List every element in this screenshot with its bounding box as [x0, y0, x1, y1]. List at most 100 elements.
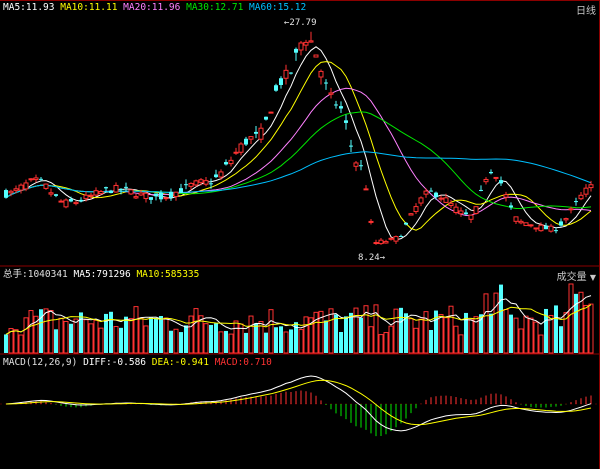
- candle-body: [359, 165, 363, 167]
- candle-body: [173, 191, 179, 198]
- candle-body: [133, 196, 139, 199]
- volume-bar: [583, 304, 589, 354]
- ma10-value: MA10:11.11: [60, 2, 118, 13]
- candle-body: [18, 184, 24, 191]
- volume-bar: [588, 303, 594, 354]
- kline-chart-window[interactable]: MA5:11.93 MA10:11.11 MA20:11.96 MA30:12.…: [0, 0, 600, 469]
- candle-body: [203, 180, 209, 185]
- candle-body: [218, 171, 224, 178]
- candle-body: [13, 188, 19, 191]
- volume-bar: [133, 306, 139, 354]
- candle-body: [88, 194, 94, 197]
- candle-body: [479, 189, 483, 191]
- volume-bar: [289, 329, 293, 353]
- candle-body: [294, 48, 298, 53]
- candle-body: [429, 190, 433, 192]
- candle-body: [448, 202, 454, 206]
- candle-body: [334, 104, 338, 106]
- candle-body: [283, 69, 289, 79]
- volume-bar: [163, 317, 169, 354]
- candle-body: [43, 183, 49, 189]
- volume-bar: [303, 316, 309, 354]
- candle-body: [163, 197, 169, 200]
- low-price-value: 8.24: [358, 253, 380, 263]
- candle-body: [119, 188, 123, 191]
- candle-body: [559, 221, 563, 226]
- candle-body: [523, 222, 529, 227]
- candle-body: [233, 151, 239, 154]
- indicator-select-button[interactable]: 成交量 ▼: [557, 268, 596, 283]
- volume-bar: [458, 334, 464, 354]
- candle-body: [324, 82, 328, 84]
- candle-body: [308, 40, 314, 43]
- candle-body: [418, 197, 424, 204]
- volume-bar: [69, 323, 73, 353]
- candle-body: [383, 241, 389, 244]
- volume-total: 总手:1040341: [3, 269, 68, 280]
- ma20-value: MA20:11.96: [123, 2, 181, 13]
- candle-body: [578, 194, 584, 200]
- candle-body: [423, 190, 429, 195]
- volume-bar: [209, 324, 213, 353]
- candle-body: [39, 178, 43, 180]
- candle-body: [413, 206, 419, 213]
- volume-bar: [468, 319, 474, 354]
- volume-bar: [228, 333, 234, 354]
- candle-body: [509, 205, 513, 208]
- candle-body: [48, 192, 54, 195]
- candle-body: [169, 191, 173, 198]
- high-price-annotation: ←27.79: [284, 18, 317, 28]
- period-button[interactable]: 日线: [576, 2, 596, 17]
- volume-bar: [489, 313, 493, 353]
- volume-bar: [28, 310, 34, 354]
- volume-legend: 总手:1040341 MA5:791296 MA10:585335: [3, 269, 199, 281]
- volume-bar: [399, 307, 403, 353]
- candle-body: [69, 198, 73, 202]
- volume-bar: [408, 318, 414, 354]
- volume-bar: [438, 314, 444, 354]
- volume-bar: [264, 332, 268, 353]
- candle-body: [313, 54, 319, 58]
- volume-bar: [169, 330, 173, 353]
- volume-bar: [254, 323, 258, 353]
- candle-body: [373, 242, 379, 245]
- macd-diff-line: [5, 375, 592, 432]
- candle-body: [143, 192, 149, 200]
- candle-body: [149, 197, 153, 200]
- chevron-down-icon: ▼: [589, 273, 596, 282]
- low-arrow: →: [379, 253, 386, 263]
- candle-body: [388, 237, 394, 240]
- volume-bar: [188, 315, 194, 354]
- candle-body: [399, 235, 403, 237]
- macd-bar-value: MACD:0.710: [214, 357, 272, 368]
- candle-body: [499, 180, 503, 184]
- candle-body: [533, 227, 539, 230]
- candle-body: [228, 159, 234, 165]
- candle-body: [408, 213, 414, 216]
- volume-bar: [179, 332, 183, 353]
- candle-body: [574, 201, 578, 203]
- volume-bar: [313, 311, 319, 354]
- ma10-line: [5, 61, 592, 231]
- candle-body: [198, 179, 204, 183]
- high-price-value: 27.79: [289, 18, 317, 28]
- indicator-select-label: 成交量: [556, 272, 587, 283]
- chart-canvas[interactable]: [0, 0, 600, 469]
- candle-body: [493, 176, 499, 179]
- volume-bar: [23, 317, 29, 354]
- candle-body: [513, 216, 519, 222]
- candle-body: [434, 192, 438, 198]
- volume-bar: [159, 316, 163, 353]
- candle-body: [568, 208, 574, 211]
- ma5-line: [5, 46, 592, 241]
- volume-bar: [54, 329, 58, 353]
- candle-body: [274, 85, 278, 91]
- volume-bar: [119, 327, 123, 353]
- candle-body: [28, 178, 34, 181]
- candle-body: [363, 188, 369, 191]
- candle-body: [303, 41, 309, 46]
- volume-bar: [279, 326, 283, 353]
- volume-bar: [559, 326, 563, 353]
- volume-bar: [523, 315, 529, 354]
- candle-body: [23, 182, 29, 190]
